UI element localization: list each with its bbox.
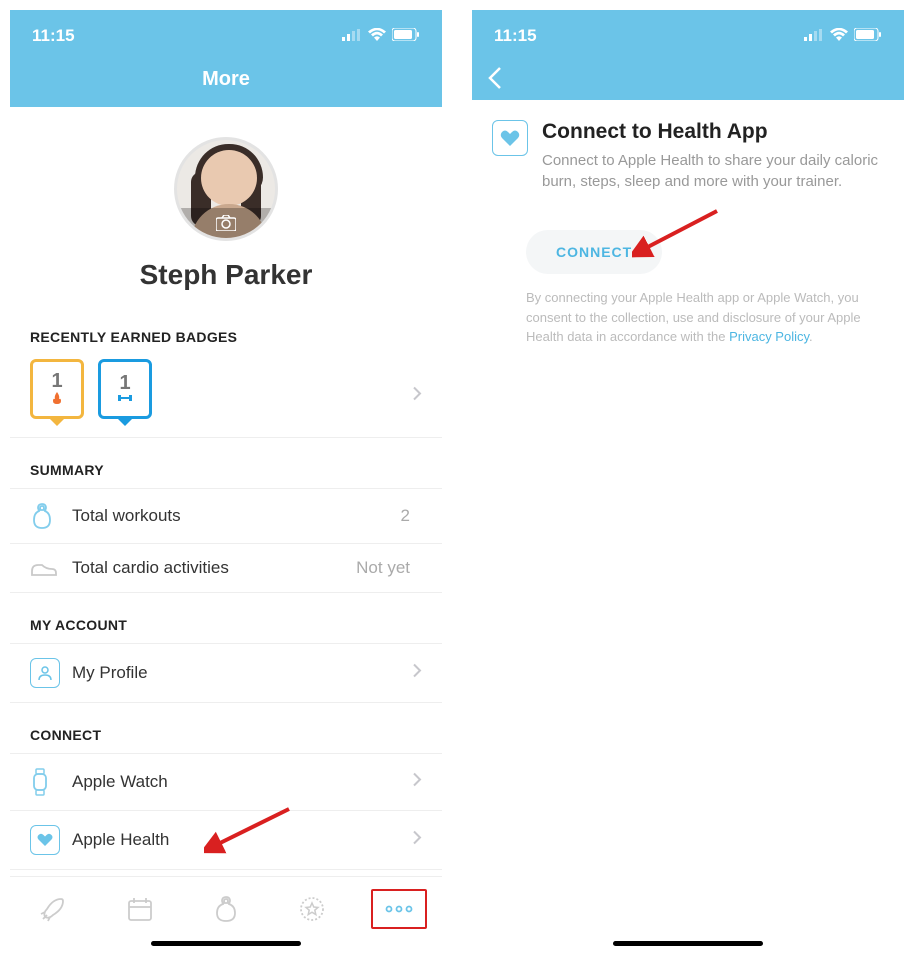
battery-icon	[392, 26, 420, 46]
star-icon	[297, 894, 327, 924]
dumbbell-icon	[118, 394, 132, 405]
home-indicator[interactable]	[613, 941, 763, 946]
shoe-icon	[30, 559, 64, 577]
header: 11:15 More	[10, 10, 442, 107]
camera-overlay[interactable]	[177, 208, 275, 238]
summary-section-label: SUMMARY	[10, 438, 442, 488]
tab-calendar[interactable]	[112, 889, 168, 929]
health-icon	[30, 825, 64, 855]
status-icons	[804, 26, 882, 46]
watch-icon	[30, 768, 64, 796]
status-time: 11:15	[494, 26, 537, 46]
chevron-right-icon	[412, 772, 422, 793]
kettlebell-icon	[213, 895, 239, 923]
badge-gold: 1	[30, 359, 84, 419]
profile-icon	[30, 658, 64, 688]
chevron-right-icon	[412, 830, 422, 851]
workouts-label: Total workouts	[72, 506, 401, 526]
profile-section: Steph Parker	[10, 107, 442, 305]
wifi-icon	[368, 26, 386, 46]
badge-blue: 1	[98, 359, 152, 419]
more-icon	[384, 905, 414, 913]
battery-icon	[854, 26, 882, 46]
connect-button[interactable]: CONNECT	[526, 230, 662, 274]
apple-health-label: Apple Health	[72, 830, 422, 850]
row-apple-watch[interactable]: Apple Watch	[10, 753, 442, 811]
badges-row[interactable]: 1 1	[10, 355, 442, 438]
apple-watch-label: Apple Watch	[72, 772, 422, 792]
cardio-value: Not yet	[356, 558, 410, 578]
connect-card: Connect to Health App Connect to Apple H…	[472, 100, 904, 212]
account-section-label: MY ACCOUNT	[10, 593, 442, 643]
screen-more: 11:15 More	[10, 10, 442, 954]
camera-icon	[216, 215, 236, 231]
flame-icon	[52, 392, 62, 407]
cardio-label: Total cardio activities	[72, 558, 356, 578]
status-bar: 11:15	[10, 20, 442, 46]
tab-star[interactable]	[284, 889, 340, 929]
chevron-right-icon	[412, 386, 422, 407]
tab-more[interactable]	[371, 889, 427, 929]
chevron-right-icon	[412, 663, 422, 684]
row-apple-health[interactable]: Apple Health	[10, 811, 442, 870]
rocket-icon	[39, 895, 67, 923]
health-icon	[492, 120, 528, 192]
connect-section-label: CONNECT	[10, 703, 442, 753]
status-bar: 11:15	[472, 20, 904, 46]
screen-connect-health: 11:15 Connect to Health Ap	[472, 10, 904, 954]
calendar-icon	[126, 895, 154, 923]
avatar[interactable]	[174, 137, 278, 241]
wifi-icon	[830, 26, 848, 46]
kettlebell-icon	[30, 503, 64, 529]
disclaimer-suffix: .	[809, 329, 813, 344]
signal-icon	[804, 26, 824, 46]
connect-description: Connect to Apple Health to share your da…	[542, 150, 884, 192]
status-icons	[342, 26, 420, 46]
status-time: 11:15	[32, 26, 75, 46]
profile-name: Steph Parker	[10, 259, 442, 291]
row-my-profile[interactable]: My Profile	[10, 643, 442, 703]
page-title: More	[10, 46, 442, 107]
my-profile-label: My Profile	[72, 663, 422, 683]
workouts-value: 2	[401, 506, 410, 526]
chevron-left-icon	[486, 64, 506, 92]
tab-rocket[interactable]	[25, 889, 81, 929]
home-indicator[interactable]	[151, 941, 301, 946]
badges-section-label: RECENTLY EARNED BADGES	[10, 305, 442, 355]
privacy-policy-link[interactable]: Privacy Policy	[729, 329, 809, 344]
tab-kettlebell[interactable]	[198, 889, 254, 929]
header: 11:15	[472, 10, 904, 100]
connect-title: Connect to Health App	[542, 120, 884, 144]
disclaimer: By connecting your Apple Health app or A…	[472, 288, 904, 347]
row-total-cardio: Total cardio activities Not yet	[10, 544, 442, 593]
back-button[interactable]	[486, 64, 520, 98]
signal-icon	[342, 26, 362, 46]
row-total-workouts: Total workouts 2	[10, 488, 442, 544]
